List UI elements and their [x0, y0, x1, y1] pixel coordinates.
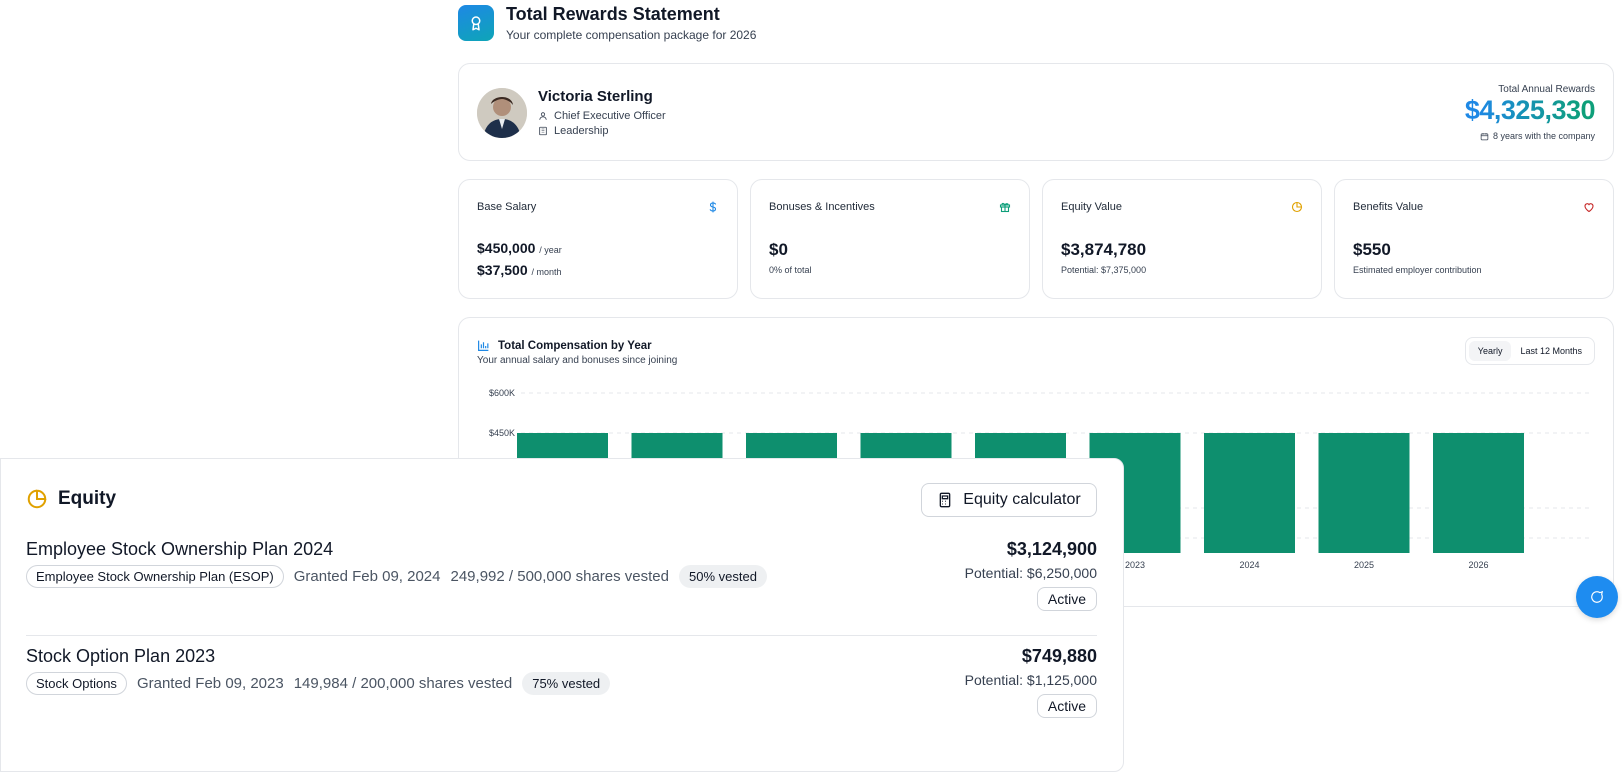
employee-department: Leadership [538, 125, 608, 137]
award-icon [458, 5, 494, 41]
toggle-yearly[interactable]: Yearly [1468, 341, 1512, 361]
bonuses-card: Bonuses & Incentives $0 0% of total [750, 179, 1030, 299]
bar[interactable] [1433, 433, 1524, 553]
equity-panel: Equity Equity calculator Employee Stock … [0, 458, 1124, 772]
bar[interactable] [1318, 433, 1410, 553]
period-toggle: Yearly Last 12 Months [1464, 337, 1595, 365]
y-tick-label: $600K [489, 388, 515, 398]
calendar-icon [1480, 132, 1489, 140]
y-tick-label: $450K [489, 428, 515, 438]
benefits-card: Benefits Value $550 Estimated employer c… [1334, 179, 1614, 299]
x-tick-label: 2023 [1125, 560, 1145, 570]
plan-granted: Granted Feb 09, 2024 [293, 568, 441, 585]
plan-name: Stock Option Plan 2023 [26, 646, 216, 666]
user-icon [539, 112, 547, 120]
heart-icon [1583, 200, 1595, 218]
x-tick-label: 2026 [1468, 560, 1488, 570]
bar-chart-icon [478, 340, 489, 351]
x-tick-label: 2024 [1239, 560, 1259, 570]
plan-shares: 149,984 / 200,000 shares vested [293, 675, 513, 692]
base-salary-card: Base Salary $450,000 / year $37,500 / mo… [458, 179, 738, 299]
x-tick-label: 2025 [1354, 560, 1374, 570]
employee-name: Victoria Sterling [538, 88, 653, 105]
equity-plan-row[interactable]: Employee Stock Ownership Plan 2024 Emplo… [26, 539, 1097, 629]
gift-icon [999, 200, 1011, 218]
employee-role: Chief Executive Officer [538, 110, 666, 122]
vested-badge: 50% vested [679, 565, 767, 588]
page-title: Total Rewards Statement [506, 4, 720, 24]
chart-subtitle: Your annual salary and bonuses since joi… [477, 355, 678, 366]
plan-meta: Employee Stock Ownership Plan (ESOP) Gra… [26, 565, 767, 588]
chart-title: Total Compensation by Year [477, 339, 652, 352]
plan-type-badge: Stock Options [26, 672, 127, 695]
plan-value: $749,880 [1021, 646, 1097, 666]
total-rewards-label: Total Annual Rewards [1498, 84, 1595, 95]
plan-meta: Stock Options Granted Feb 09, 2023 149,9… [26, 672, 611, 695]
equity-title: Equity [26, 488, 116, 510]
plan-value: $3,124,900 [1006, 539, 1097, 559]
equity-calculator-button[interactable]: Equity calculator [921, 483, 1097, 517]
chat-button[interactable] [1576, 576, 1618, 618]
plan-potential: Potential: $1,125,000 [964, 672, 1097, 688]
pie-chart-icon [1291, 200, 1303, 218]
avatar [477, 88, 527, 138]
dollar-icon [707, 200, 719, 218]
building-icon [539, 126, 547, 136]
plan-granted: Granted Feb 09, 2023 [136, 675, 284, 692]
status-badge: Active [1036, 587, 1097, 611]
page-subtitle: Your complete compensation package for 2… [506, 28, 757, 42]
pie-chart-icon [27, 489, 47, 509]
status-badge: Active [1036, 694, 1097, 718]
divider [26, 635, 1097, 636]
total-rewards-value: $4,325,330 [1464, 95, 1596, 125]
plan-potential: Potential: $6,250,000 [964, 565, 1097, 581]
salary-per-month: $37,500 / month [477, 262, 562, 278]
profile-card: Victoria Sterling Chief Executive Office… [458, 63, 1614, 161]
plan-shares: 249,992 / 500,000 shares vested [450, 568, 670, 585]
page-header: Total Rewards Statement Your complete co… [458, 4, 756, 42]
vested-badge: 75% vested [522, 672, 611, 695]
tenure: 8 years with the company [1480, 131, 1595, 141]
chat-icon [1591, 590, 1604, 603]
plan-type-badge: Employee Stock Ownership Plan (ESOP) [26, 565, 284, 588]
plan-name: Employee Stock Ownership Plan 2024 [26, 539, 334, 559]
calculator-icon [939, 492, 951, 508]
salary-per-year: $450,000 / year [477, 240, 562, 256]
bar[interactable] [1204, 433, 1295, 553]
equity-plan-row[interactable]: Stock Option Plan 2023 Stock Options Gra… [26, 646, 1097, 736]
toggle-last-12-months[interactable]: Last 12 Months [1511, 341, 1591, 361]
equity-value-card: Equity Value $3,874,780 Potential: $7,37… [1042, 179, 1322, 299]
